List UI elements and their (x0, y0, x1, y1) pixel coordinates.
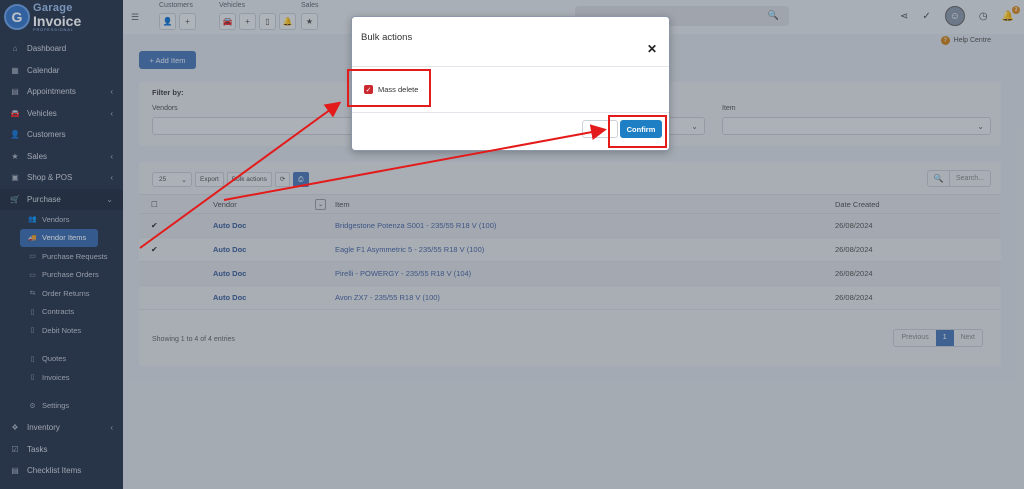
annotation-arrows (139, 101, 607, 249)
arrow-to-mass-delete (139, 101, 342, 249)
arrow-to-confirm (223, 124, 607, 201)
